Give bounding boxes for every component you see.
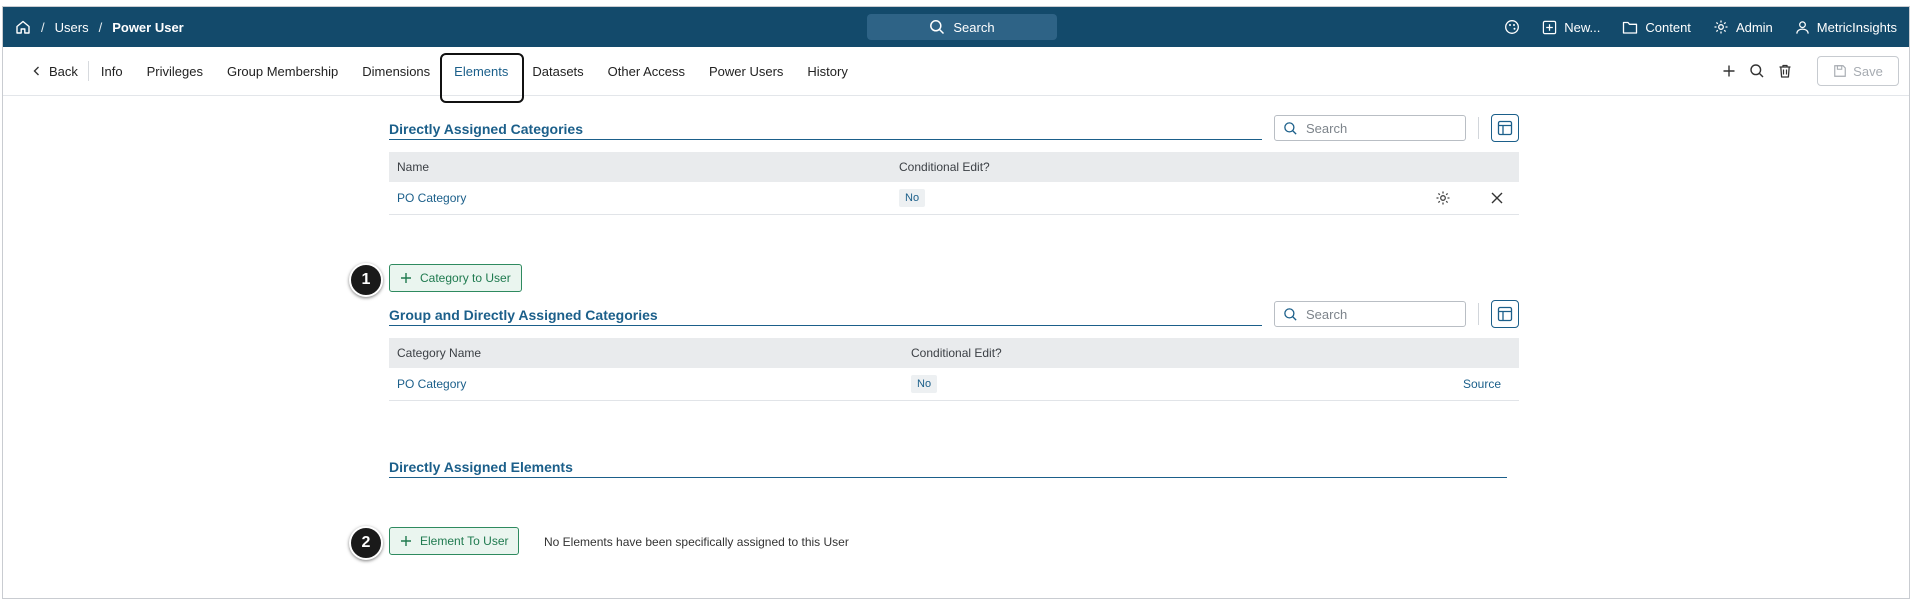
step-callout-2: 2 xyxy=(349,526,383,560)
column-header-name[interactable]: Name xyxy=(397,160,429,174)
admin-menu-label: Admin xyxy=(1735,19,1773,35)
back-label: Back xyxy=(49,63,78,79)
table-row: PO Category No xyxy=(389,182,1519,215)
step-callout-1: 1 xyxy=(349,263,383,297)
save-label: Save xyxy=(1853,63,1883,79)
tab-bar: Back Info Privileges Group Membership Di… xyxy=(3,47,1909,96)
tab-power-users[interactable]: Power Users xyxy=(697,47,795,95)
global-search-button[interactable]: Search xyxy=(867,14,1057,40)
tab-group-membership[interactable]: Group Membership xyxy=(215,47,350,95)
new-menu-label: New... xyxy=(1564,19,1601,35)
tab-privileges[interactable]: Privileges xyxy=(135,47,215,95)
divider xyxy=(1478,117,1479,139)
column-header-conditional-edit[interactable]: Conditional Edit? xyxy=(899,160,990,174)
source-link[interactable]: Source xyxy=(1463,377,1501,391)
conditional-edit-badge: No xyxy=(911,375,938,393)
top-right-menu: New... Content Admin MetricInsights xyxy=(1504,7,1897,47)
empty-elements-message: No Elements have been specifically assig… xyxy=(544,535,849,549)
palette-icon[interactable] xyxy=(1504,19,1520,35)
tab-toolbar: Save xyxy=(1721,47,1899,95)
section-underline xyxy=(389,477,1507,478)
gear-icon xyxy=(1713,19,1729,35)
tab-list: Back Info Privileges Group Membership Di… xyxy=(27,47,860,95)
user-menu[interactable]: MetricInsights xyxy=(1795,20,1897,35)
column-header-conditional-edit[interactable]: Conditional Edit? xyxy=(911,346,1002,360)
add-element-label: Element To User xyxy=(420,534,509,548)
breadcrumb-users[interactable]: Users xyxy=(55,20,89,35)
tab-history[interactable]: History xyxy=(795,47,859,95)
add-category-label: Category to User xyxy=(420,271,511,285)
breadcrumb: / Users / Power User xyxy=(15,7,184,47)
breadcrumb-separator: / xyxy=(98,19,103,35)
content-menu[interactable]: Content xyxy=(1622,20,1691,35)
tab-elements[interactable]: Elements xyxy=(442,47,520,95)
add-category-to-user-button[interactable]: Category to User xyxy=(389,264,522,292)
back-button[interactable]: Back xyxy=(27,61,89,81)
search-placeholder: Search xyxy=(1306,120,1348,136)
admin-menu[interactable]: Admin xyxy=(1713,19,1773,35)
tab-datasets[interactable]: Datasets xyxy=(520,47,595,95)
search-icon[interactable] xyxy=(1749,63,1765,79)
direct-elements-title: Directly Assigned Elements xyxy=(389,459,573,475)
chevron-left-icon xyxy=(31,65,43,77)
breadcrumb-separator: / xyxy=(41,19,45,35)
user-icon xyxy=(1795,20,1810,35)
category-name-link[interactable]: PO Category xyxy=(397,191,466,205)
table-header: Name Conditional Edit? xyxy=(389,152,1519,182)
table-header: Category Name Conditional Edit? xyxy=(389,338,1519,368)
conditional-edit-badge: No xyxy=(899,189,926,207)
table-row: PO Category No Source xyxy=(389,368,1519,401)
search-placeholder: Search xyxy=(1306,306,1348,322)
group-categories-search-input[interactable]: Search xyxy=(1274,301,1466,327)
table-layout-icon xyxy=(1497,120,1513,136)
column-header-category-name[interactable]: Category Name xyxy=(397,346,481,360)
add-element-to-user-button[interactable]: Element To User xyxy=(389,527,520,555)
group-categories-title: Group and Directly Assigned Categories xyxy=(389,307,658,323)
section-underline xyxy=(389,325,1262,326)
trash-icon[interactable] xyxy=(1777,63,1793,79)
user-menu-label: MetricInsights xyxy=(1816,19,1897,35)
search-icon xyxy=(929,19,945,35)
section-underline xyxy=(389,139,1262,140)
plus-icon xyxy=(400,535,412,547)
folder-icon xyxy=(1622,20,1638,35)
search-icon xyxy=(1283,307,1298,322)
table-layout-icon xyxy=(1497,306,1513,322)
tab-dimensions[interactable]: Dimensions xyxy=(350,47,442,95)
direct-categories-search-input[interactable]: Search xyxy=(1274,115,1466,141)
divider xyxy=(1478,303,1479,325)
home-icon[interactable] xyxy=(15,19,31,35)
breadcrumb-current: Power User xyxy=(112,19,184,35)
tab-info[interactable]: Info xyxy=(89,47,135,95)
app-window: / Users / Power User Search New... Conte… xyxy=(2,6,1910,599)
column-settings-button[interactable] xyxy=(1491,300,1519,328)
global-search-label: Search xyxy=(953,19,995,35)
gear-icon[interactable] xyxy=(1435,190,1451,206)
content-menu-label: Content xyxy=(1645,19,1691,35)
save-icon xyxy=(1833,64,1847,78)
top-navigation-bar: / Users / Power User Search New... Conte… xyxy=(3,7,1909,47)
direct-categories-title: Directly Assigned Categories xyxy=(389,121,583,137)
column-settings-button[interactable] xyxy=(1491,114,1519,142)
save-button[interactable]: Save xyxy=(1817,56,1899,86)
plus-icon xyxy=(400,272,412,284)
tab-other-access[interactable]: Other Access xyxy=(596,47,697,95)
plus-square-icon xyxy=(1542,20,1557,35)
add-icon[interactable] xyxy=(1721,63,1737,79)
new-menu[interactable]: New... xyxy=(1542,20,1600,35)
close-icon[interactable] xyxy=(1490,191,1504,205)
search-icon xyxy=(1283,121,1298,136)
category-name-link[interactable]: PO Category xyxy=(397,377,466,391)
